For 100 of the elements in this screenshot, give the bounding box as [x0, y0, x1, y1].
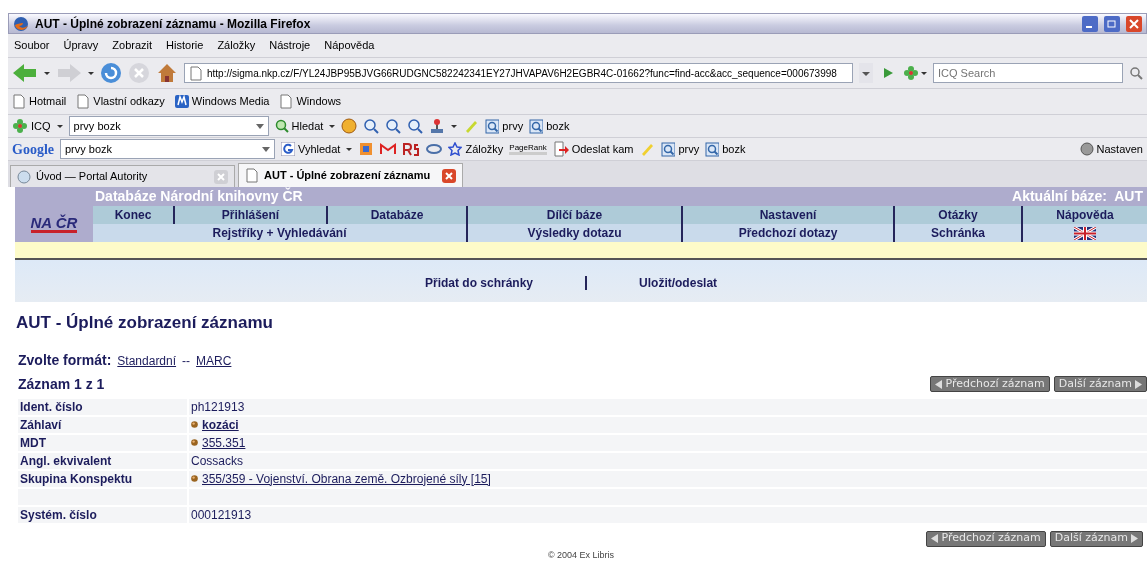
bullet-icon [191, 421, 198, 428]
next-button[interactable]: Další záznam [1053, 376, 1147, 392]
flower-icon [12, 118, 28, 134]
search-button[interactable]: bozk [529, 117, 570, 135]
page-icon [12, 94, 26, 109]
search-text: prvy bozk [73, 118, 121, 134]
browser-tab[interactable]: AUT - Úplné zobrazení záznamu [238, 163, 463, 187]
settings-button[interactable]: Nastaven [1079, 140, 1143, 158]
search-combo[interactable]: prvy bozk [60, 139, 275, 159]
nav-link[interactable]: Nastavení [681, 206, 893, 224]
search-field[interactable]: ICQ Search [933, 63, 1123, 83]
bookmark-item[interactable]: Windows Media [174, 93, 270, 110]
menu-item[interactable]: Zobrazit [112, 37, 153, 54]
firefox-icon [13, 15, 29, 32]
menu-item[interactable]: Záložky [217, 37, 256, 54]
page-icon [279, 94, 294, 109]
home-button[interactable] [156, 62, 178, 84]
bookmark-item[interactable]: Vlastní odkazy [76, 93, 165, 110]
zoom-reset-icon[interactable] [385, 118, 402, 134]
icq-button[interactable]: ICQ [12, 117, 51, 135]
joystick-icon[interactable] [429, 118, 446, 134]
menu-item[interactable]: Nástroje [269, 37, 311, 54]
bullet-icon [191, 475, 198, 482]
nav-link[interactable]: Výsledky dotazu [466, 224, 681, 242]
menu-item[interactable]: Úpravy [63, 37, 99, 54]
bookmarks-button[interactable]: Záložky [448, 140, 504, 158]
send-icon [552, 141, 569, 157]
zoom-out-icon[interactable] [407, 118, 424, 134]
address-bar[interactable]: http://sigma.nkp.cz/F/YL24JBP95BJVG66RUDGNC582242341EY27JHVAPAV6H2EGBR4C-01662?func=find-acc&acc_sequence=000673998 [184, 63, 853, 83]
back-button[interactable] [12, 62, 38, 84]
action-link[interactable]: Uložit/odeslat [639, 274, 718, 292]
send-button[interactable]: Odeslat kam [552, 140, 634, 158]
field-link[interactable]: 355.351 [202, 433, 246, 452]
search-text: prvy bozk [65, 141, 113, 157]
minimize-button[interactable] [1082, 15, 1098, 32]
left-arrow-icon [931, 534, 939, 543]
nav-link[interactable]: Dílčí báze [466, 206, 681, 224]
next-button[interactable]: Další záznam [1049, 530, 1143, 547]
field-value: Cossacks [191, 452, 243, 470]
nav-link[interactable]: Přihlášení [173, 206, 326, 224]
menu-item[interactable]: Nápověda [324, 37, 375, 54]
bookmark-item[interactable]: Windows [279, 93, 342, 110]
search-button[interactable]: prvy [485, 117, 524, 135]
window-title: AUT - Úplné zobrazení záznamu - Mozilla Firefox [35, 15, 312, 33]
caret-icon [255, 123, 264, 129]
page-icon [189, 65, 203, 81]
menu-item[interactable]: Soubor [14, 37, 50, 54]
dropdown-caret-icon [56, 124, 63, 128]
google-logo[interactable]: Google [12, 138, 54, 160]
previous-button[interactable]: Předchozí záznam [930, 376, 1050, 392]
copyright-text: © 2004 Ex Libris [547, 549, 615, 560]
search-icon [274, 119, 289, 133]
google-g-icon [281, 142, 295, 156]
close-button[interactable] [1126, 15, 1142, 32]
dropdown-caret-icon [346, 147, 353, 151]
close-icon[interactable] [442, 168, 456, 183]
search-button[interactable]: Hledat [274, 117, 324, 135]
search-icon[interactable] [1129, 66, 1143, 80]
search-button[interactable]: Vyhledat [281, 140, 341, 158]
left-arrow-icon [935, 379, 943, 389]
icq-engine-icon[interactable] [903, 65, 927, 81]
previous-button[interactable]: Předchozí záznam [926, 530, 1046, 547]
field-label: Systém. číslo [20, 506, 97, 524]
bookmark-item[interactable]: Hotmail [12, 93, 67, 110]
nav-link[interactable]: Nápověda [1021, 206, 1147, 224]
mail-icon[interactable] [380, 143, 397, 155]
search-button[interactable]: prvy [661, 140, 700, 158]
zoom-in-icon[interactable] [363, 118, 380, 134]
dropdown-button[interactable] [859, 63, 873, 83]
current-base: Aktuální báze: AUT [1012, 187, 1143, 206]
search-combo[interactable]: prvy bozk [68, 116, 269, 136]
reload-button[interactable] [100, 62, 122, 84]
format-link[interactable]: MARC [196, 351, 232, 370]
separator-text: -- [182, 352, 191, 370]
right-arrow-icon [1131, 534, 1138, 543]
pagerank-meter: PageRank [509, 143, 547, 155]
menu-item[interactable]: Historie [166, 37, 204, 54]
format-label: Zvolte formát: [18, 350, 112, 370]
field-link[interactable]: kozáci [202, 415, 239, 434]
field-label: Skupina Konspektu [20, 470, 132, 488]
search-button[interactable]: bozk [705, 140, 746, 158]
nav-link[interactable]: Rejstříky + Vyhledávání [93, 224, 466, 242]
nav-link[interactable]: Předchozí dotazy [681, 224, 893, 242]
magnifier-icon [705, 141, 720, 157]
nav-link[interactable]: Konec [93, 206, 173, 224]
field-label: Záhlaví [20, 416, 62, 434]
nav-link[interactable]: Otázky [893, 206, 1021, 224]
flag-icon[interactable] [1074, 226, 1096, 240]
media-icon [174, 94, 189, 109]
record-count: Záznam 1 z 1 [18, 374, 105, 394]
dropdown-caret-icon [44, 71, 50, 75]
nav-link[interactable]: Databáze [326, 206, 466, 224]
restore-button[interactable] [1104, 15, 1120, 32]
nav-link[interactable]: Schránka [893, 224, 1021, 242]
format-link[interactable]: Standardní [117, 351, 177, 370]
browser-tab[interactable]: Úvod — Portal Autority [10, 165, 235, 187]
action-link[interactable]: Přidat do schránky [425, 274, 534, 292]
site-title: Databáze Národní knihovny ČR [95, 186, 303, 206]
field-label: Angl. ekvivalent [20, 452, 112, 470]
bullet-icon [191, 439, 198, 446]
